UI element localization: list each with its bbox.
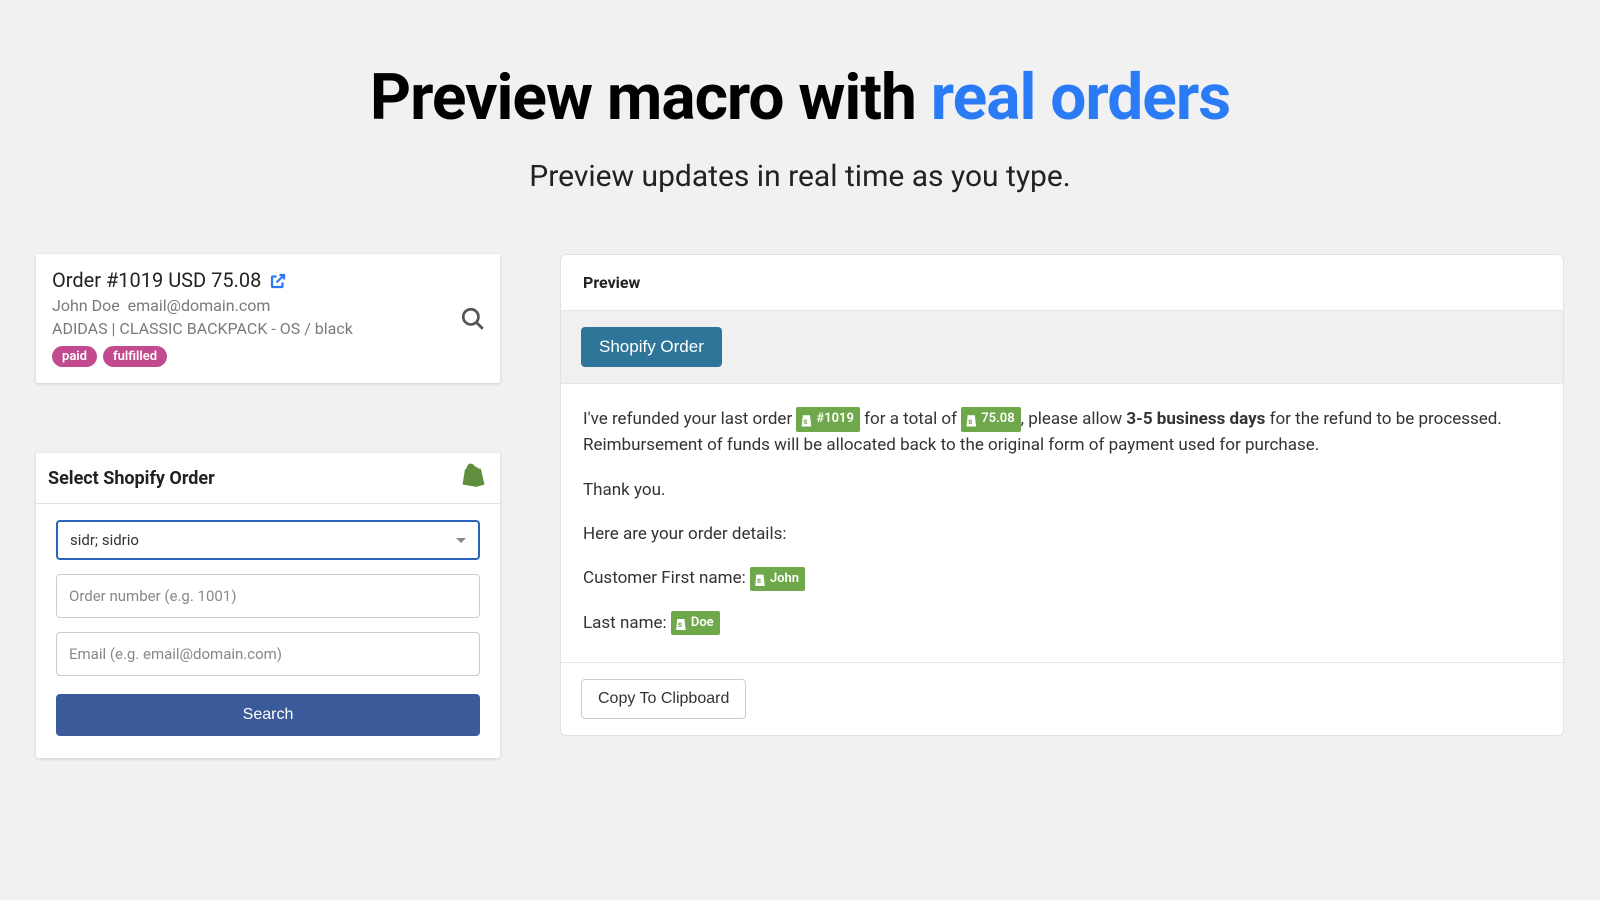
order-line-item: ADIDAS | CLASSIC BACKPACK - OS / black — [52, 319, 484, 338]
preview-first-name: Customer First name: sJohn — [583, 565, 1541, 591]
order-title-row: Order #1019 USD 75.08 — [52, 268, 484, 292]
external-link-icon[interactable] — [269, 271, 287, 289]
headline-prefix: Preview macro with — [370, 60, 931, 135]
headline-accent: real orders — [931, 60, 1230, 135]
store-select[interactable]: sidr; sidrio — [56, 520, 480, 560]
token-order-id: s#1019 — [796, 407, 859, 431]
customer-name: John Doe — [52, 296, 120, 315]
order-customer: John Doe email@domain.com — [52, 296, 484, 315]
preview-body: I've refunded your last order s#1019 for… — [561, 384, 1563, 662]
bold-days: 3-5 business days — [1126, 409, 1265, 429]
token-first-name: sJohn — [750, 567, 805, 591]
status-badge: fulfilled — [103, 346, 167, 367]
page-headline: Preview macro with real orders — [30, 60, 1570, 135]
store-select-value: sidr; sidrio — [70, 531, 139, 549]
order-title: Order #1019 USD 75.08 — [52, 268, 261, 292]
select-panel-title: Select Shopify Order — [48, 468, 215, 489]
chevron-down-icon — [456, 538, 466, 543]
preview-last-name: Last name: sDoe — [583, 610, 1541, 636]
token-order-total: s75.08 — [961, 407, 1020, 431]
shopify-order-button[interactable]: Shopify Order — [581, 327, 722, 367]
search-icon[interactable] — [460, 306, 486, 332]
page-subhead: Preview updates in real time as you type… — [30, 159, 1570, 194]
email-input[interactable] — [56, 632, 480, 676]
select-shopify-order-panel: Select Shopify Order sidr; sidrio Search — [36, 453, 500, 758]
preview-thank-you: Thank you. — [583, 477, 1541, 503]
shopify-icon — [462, 463, 488, 493]
order-number-input[interactable] — [56, 574, 480, 618]
preview-header: Preview — [561, 255, 1563, 311]
preview-details-intro: Here are your order details: — [583, 521, 1541, 547]
status-badge: paid — [52, 346, 97, 367]
search-button[interactable]: Search — [56, 694, 480, 736]
preview-line-refund: I've refunded your last order s#1019 for… — [583, 406, 1541, 459]
order-card: Order #1019 USD 75.08 John Doe email@dom… — [36, 254, 500, 383]
copy-to-clipboard-button[interactable]: Copy To Clipboard — [581, 679, 746, 719]
customer-email: email@domain.com — [128, 296, 271, 315]
order-badges: paid fulfilled — [52, 346, 484, 367]
preview-panel: Preview Shopify Order I've refunded your… — [560, 254, 1564, 736]
token-last-name: sDoe — [671, 611, 720, 635]
